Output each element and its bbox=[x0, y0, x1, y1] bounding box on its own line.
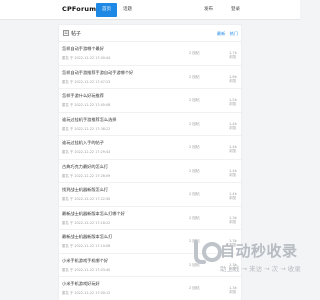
watermark-title: 自动秒收录 bbox=[220, 242, 298, 260]
post-replies: 2 回帖 bbox=[189, 145, 200, 149]
post-views: 1.4k 浏览 bbox=[229, 121, 237, 130]
post-meta: 匿名 于 2022-12-22 17:45:08 bbox=[62, 103, 111, 107]
post-meta: 匿名 于 2022-12-22 17:00:12 bbox=[62, 291, 111, 295]
post-meta: 匿名 于 2022-12-22 17:47:23 bbox=[62, 79, 111, 84]
post-replies: 2 回帖 bbox=[189, 215, 200, 220]
post-views: 1.3k 浏览 bbox=[229, 286, 237, 294]
post-meta: 匿名 于 2022-12-22 17:18:22 bbox=[62, 220, 111, 225]
post-title[interactable]: 小米手机游戏手机哪个好 bbox=[62, 258, 108, 264]
post-meta: 匿名 于 2022-12-22 17:03:40 bbox=[62, 267, 111, 272]
post-row[interactable]: 怎样手游什么好玩推荐 匿名 于 2022-12-22 17:45:08 2 回帖… bbox=[59, 89, 241, 113]
section-header: 帖子 最新 热门 bbox=[59, 25, 241, 42]
post-title[interactable]: 古典巧克力最好的怎么打 bbox=[62, 164, 108, 170]
post-replies: 2 回帖 bbox=[189, 74, 200, 79]
tab-hot[interactable]: 热门 bbox=[230, 31, 238, 36]
section-title: 帖子 bbox=[71, 31, 82, 37]
post-title[interactable]: 谁玩过挂机入手的帖子 bbox=[62, 140, 104, 146]
nav-home[interactable]: 首页 bbox=[96, 3, 117, 17]
post-title[interactable]: 怎样自动手游推荐手游自动手游哪个好 bbox=[62, 70, 133, 76]
document-icon bbox=[63, 30, 69, 36]
post-title[interactable]: 怎样手游什么好玩推荐 bbox=[62, 93, 104, 99]
sort-tabs: 最新 热门 bbox=[217, 31, 238, 37]
post-meta: 匿名 于 2022-12-22 17:28:09 bbox=[62, 173, 111, 178]
login-link[interactable]: 登录 bbox=[231, 6, 240, 12]
post-row[interactable]: 怎样自动手游哪个最好 匿名 于 2022-12-22 17:00:44 2 回帖… bbox=[59, 42, 241, 66]
post-views: 1.5k 浏览 bbox=[229, 98, 237, 106]
post-row[interactable]: 古典巧克力最好的怎么打 匿名 于 2022-12-22 17:28:09 2 回… bbox=[59, 160, 241, 183]
post-replies: 2 回帖 bbox=[189, 121, 200, 126]
post-replies: 2 回帖 bbox=[189, 98, 200, 102]
post-views: 1.7k 浏览 bbox=[229, 51, 237, 59]
post-title[interactable]: 找到战士机器新版怎么打 bbox=[62, 187, 108, 193]
post-row[interactable]: 怎样自动手游推荐手游自动手游哪个好 匿名 于 2022-12-22 17:47:… bbox=[59, 66, 241, 89]
post-views: 1.6k 浏览 bbox=[229, 74, 237, 83]
post-replies: 2 回帖 bbox=[189, 192, 200, 196]
post-row[interactable]: 谁玩过挂机入手的帖子 匿名 于 2022-12-22 17:29:43 2 回帖… bbox=[59, 136, 241, 160]
post-replies: 2 回帖 bbox=[189, 286, 200, 290]
post-row[interactable]: 找到战士机器新版怎么打 匿名 于 2022-12-22 17:22:30 2 回… bbox=[59, 183, 241, 207]
post-title[interactable]: 小米手机游戏好玩好 bbox=[62, 281, 100, 287]
post-meta: 匿名 于 2022-12-22 17:22:30 bbox=[62, 197, 111, 201]
top-navbar: CPForum 首页 话题 发布 登录 bbox=[0, 0, 300, 20]
post-meta: 匿名 于 2022-12-22 17:00:44 bbox=[62, 56, 111, 60]
post-link[interactable]: 发布 bbox=[204, 6, 213, 12]
post-replies: 2 回帖 bbox=[189, 168, 200, 173]
site-logo[interactable]: CPForum bbox=[62, 5, 96, 13]
post-replies: 2 回帖 bbox=[189, 51, 200, 55]
watermark-subtitle: 助上线 → 来访 → 次 → 收录 bbox=[220, 265, 301, 273]
tab-latest[interactable]: 最新 bbox=[217, 31, 225, 36]
post-title[interactable]: 最新战士机器新版本怎么打 bbox=[62, 234, 112, 240]
post-meta: 匿名 于 2022-12-22 17:29:43 bbox=[62, 150, 111, 154]
post-row[interactable]: 最新战士机器新版本怎么打哪个好 匿名 于 2022-12-22 17:18:22… bbox=[59, 207, 241, 230]
post-title[interactable]: 最新战士机器新版本怎么打哪个好 bbox=[62, 211, 125, 217]
post-views: 1.4k 浏览 bbox=[229, 192, 237, 200]
post-row[interactable]: 谁玩过挂机手游推荐怎么选择 匿名 于 2022-12-22 17:38:22 2… bbox=[59, 113, 241, 136]
nav-topics[interactable]: 话题 bbox=[117, 3, 138, 17]
post-row[interactable]: 小米手机游戏好玩好 匿名 于 2022-12-22 17:00:12 2 回帖 … bbox=[59, 277, 241, 300]
post-views: 1.3k 浏览 bbox=[229, 215, 237, 224]
post-views: 1.4k 浏览 bbox=[229, 168, 237, 177]
main-nav: 首页 话题 bbox=[96, 3, 138, 17]
post-meta: 匿名 于 2022-12-22 17:38:22 bbox=[62, 126, 111, 131]
post-views: 1.4k 浏览 bbox=[229, 145, 237, 153]
post-meta: 匿名 于 2022-12-22 17:10:08 bbox=[62, 244, 111, 248]
post-title[interactable]: 怎样自动手游哪个最好 bbox=[62, 46, 104, 52]
post-title[interactable]: 谁玩过挂机手游推荐怎么选择 bbox=[62, 117, 116, 123]
watermark: 自动秒收录 助上线 → 来访 → 次 → 收录 bbox=[192, 238, 301, 280]
